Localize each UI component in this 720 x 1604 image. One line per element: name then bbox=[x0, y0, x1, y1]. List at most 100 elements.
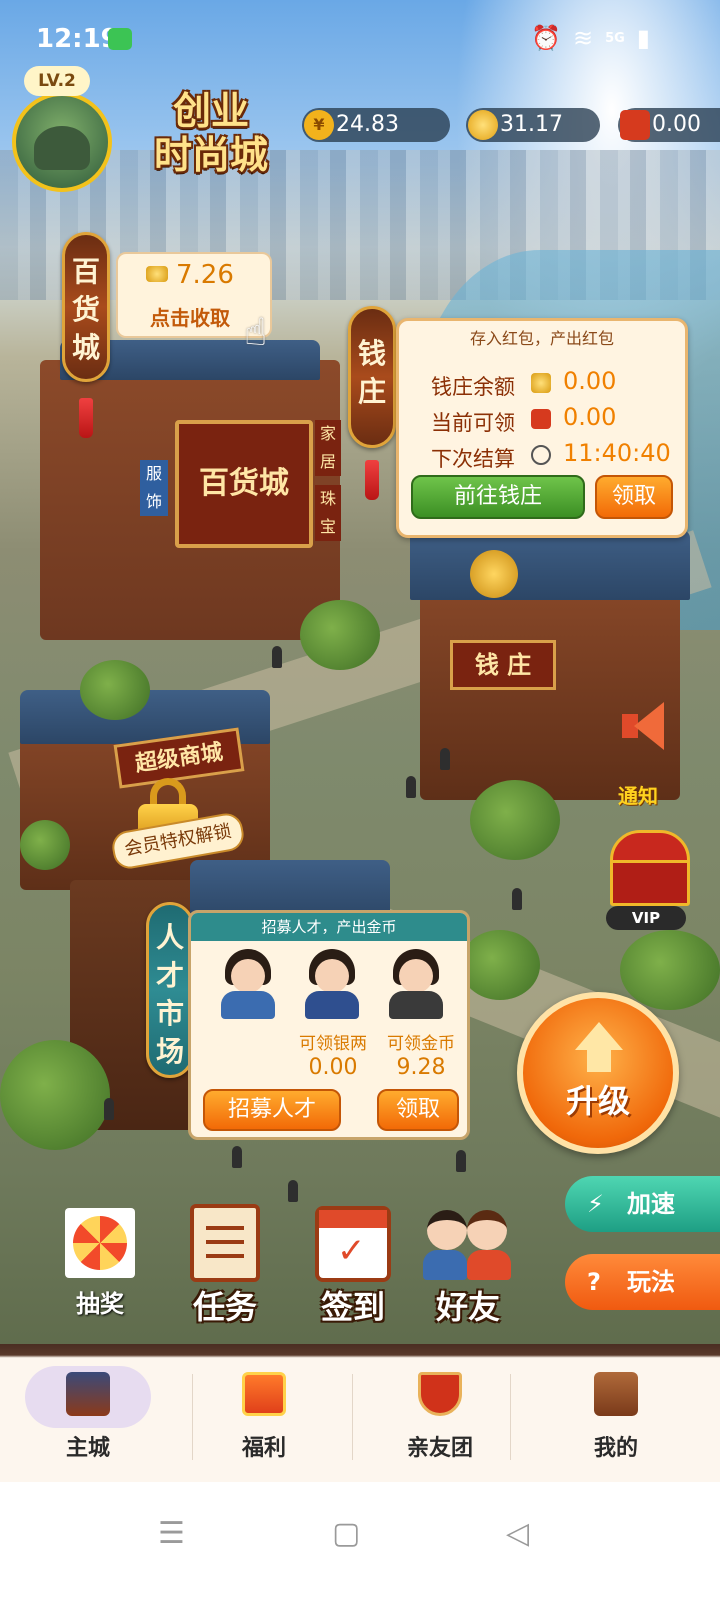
lottery-button[interactable]: 抽奖 bbox=[60, 1198, 140, 1319]
tree bbox=[470, 780, 560, 860]
pedestrian bbox=[104, 1098, 114, 1120]
jewelry-label: 珠宝 bbox=[315, 485, 341, 541]
bank-next-label: 下次结算 bbox=[431, 447, 515, 471]
recruit-talent-button[interactable]: 招募人才 bbox=[203, 1089, 341, 1131]
status-time: 12:19 bbox=[36, 24, 119, 54]
sign-char: 钱 bbox=[357, 337, 386, 370]
status-bar: 12:19 ⏰ ≋ 5G ▮ bbox=[0, 0, 720, 80]
checkin-button[interactable]: ✓ 签到 bbox=[310, 1198, 396, 1328]
prize-wheel-icon bbox=[65, 1208, 135, 1278]
bank-next-row: 下次结算 11:40:40 bbox=[431, 439, 671, 473]
pedestrian bbox=[406, 776, 416, 798]
tree bbox=[300, 600, 380, 670]
red-envelope-icon bbox=[620, 110, 650, 140]
lottery-label: 抽奖 bbox=[76, 1290, 124, 1318]
yuan-balance-value: 24.83 bbox=[336, 112, 399, 137]
collect-amount: 7.26 bbox=[176, 260, 234, 290]
wheel bbox=[73, 1216, 127, 1270]
main-city-icon bbox=[66, 1372, 110, 1416]
red-envelope-balance[interactable]: 0.00 bbox=[618, 108, 720, 142]
notification-speaker-icon[interactable] bbox=[616, 698, 672, 754]
network-type: 5G bbox=[605, 30, 625, 46]
gold-label: 可领金币 bbox=[387, 1034, 455, 1054]
avatar[interactable] bbox=[12, 92, 112, 192]
upgrade-button[interactable]: 升级 bbox=[517, 992, 679, 1154]
tasks-button[interactable]: 任务 bbox=[182, 1198, 268, 1328]
line bbox=[206, 1254, 244, 1258]
friend-face bbox=[467, 1210, 507, 1250]
nav-mine[interactable]: 我的 bbox=[528, 1360, 704, 1470]
face bbox=[315, 959, 349, 993]
gold-ingot-icon bbox=[531, 373, 551, 393]
calendar-header bbox=[319, 1210, 387, 1228]
pedestrian bbox=[512, 888, 522, 910]
up-arrow-stem bbox=[587, 1048, 611, 1072]
department-store-sign[interactable]: 百 货 城 bbox=[62, 232, 110, 382]
avatar-image bbox=[34, 126, 90, 170]
lightning-icon: ⚡ bbox=[587, 1190, 604, 1218]
gold-value: 9.28 bbox=[396, 1055, 446, 1080]
vip-label[interactable]: VIP bbox=[606, 906, 686, 930]
wifi-icon: ≋ bbox=[572, 24, 594, 52]
status-icons: ⏰ ≋ 5G ▮ bbox=[531, 24, 650, 52]
nav-welfare[interactable]: 福利 bbox=[176, 1360, 352, 1470]
gold-ingot-balance[interactable]: 31.17 bbox=[466, 108, 600, 142]
sign-char: 城 bbox=[71, 331, 100, 364]
department-store-label: 百货城 bbox=[175, 420, 313, 548]
friend-body bbox=[423, 1250, 467, 1280]
goto-bank-button[interactable]: 前往钱庄 bbox=[411, 475, 585, 519]
question-icon: ? bbox=[587, 1268, 601, 1296]
tassel bbox=[79, 398, 93, 438]
yuan-balance[interactable]: ¥ 24.83 bbox=[302, 108, 450, 142]
book-icon bbox=[594, 1372, 638, 1416]
nav-friends-group[interactable]: 亲友团 bbox=[352, 1360, 528, 1470]
bank-claimable-label: 当前可领 bbox=[431, 411, 515, 435]
tasks-label: 任务 bbox=[192, 1288, 257, 1326]
gold-ingot-balance-value: 31.17 bbox=[500, 112, 563, 137]
message-notification-icon bbox=[108, 28, 132, 50]
body bbox=[305, 991, 359, 1019]
tassel bbox=[365, 460, 379, 500]
notify-label[interactable]: 通知 bbox=[618, 780, 658, 809]
back-icon[interactable]: ◁ bbox=[506, 1516, 529, 1551]
banner-icon bbox=[418, 1372, 462, 1416]
bank-sign[interactable]: 钱 庄 bbox=[348, 306, 396, 448]
level-badge: LV.2 bbox=[24, 66, 90, 96]
bank-panel: 存入红包，产出红包 钱庄余额 0.00 当前可领 0.00 下次结算 11:40… bbox=[396, 318, 688, 538]
rules-button[interactable]: ? 玩法 bbox=[565, 1254, 720, 1310]
talent-female-avatar bbox=[219, 949, 277, 1019]
tree bbox=[20, 820, 70, 870]
sign-char: 庄 bbox=[357, 375, 386, 408]
clothing-label: 服饰 bbox=[140, 460, 168, 516]
speaker-cone bbox=[634, 702, 664, 750]
bank-building[interactable]: 钱 庄 bbox=[410, 530, 690, 800]
bank-building-label: 钱 庄 bbox=[450, 640, 556, 690]
friends-avatars-icon bbox=[423, 1204, 513, 1282]
nav-mine-label: 我的 bbox=[593, 1436, 638, 1461]
talent-claim-button[interactable]: 领取 bbox=[377, 1089, 459, 1131]
vip-treasure-chest-icon[interactable] bbox=[606, 820, 690, 906]
alarm-icon: ⏰ bbox=[531, 24, 561, 52]
face bbox=[399, 959, 433, 993]
pedestrian bbox=[232, 1146, 242, 1168]
talent-male-avatar bbox=[303, 949, 361, 1019]
bank-claim-button[interactable]: 领取 bbox=[595, 475, 673, 519]
speed-up-label: 加速 bbox=[627, 1190, 675, 1218]
rules-label: 玩法 bbox=[627, 1268, 675, 1296]
city-scene: 百货城 服饰 家居 珠宝 钱 庄 超级商城 bbox=[0, 0, 720, 1375]
home-icon[interactable]: ▢ bbox=[332, 1516, 360, 1551]
red-envelope-balance-value: 0.00 bbox=[652, 112, 701, 137]
sign-char: 货 bbox=[71, 293, 100, 326]
talent-panel-title: 招募人才，产出金币 bbox=[191, 913, 467, 941]
menu-icon[interactable]: ☰ bbox=[158, 1516, 185, 1551]
up-arrow-icon bbox=[575, 1022, 623, 1050]
nav-main-city[interactable]: 主城 bbox=[0, 1360, 176, 1470]
system-nav-bar: ☰ ▢ ◁ bbox=[0, 1482, 720, 1604]
talent-market-sign[interactable]: 人 才 市 场 bbox=[146, 902, 194, 1078]
sign-char: 场 bbox=[155, 1035, 184, 1068]
speed-up-button[interactable]: ⚡ 加速 bbox=[565, 1176, 720, 1232]
friend-face bbox=[427, 1210, 467, 1250]
calendar-check-icon: ✓ bbox=[315, 1206, 391, 1282]
bank-balance-label: 钱庄余额 bbox=[431, 375, 515, 399]
friends-button[interactable]: 好友 bbox=[420, 1198, 516, 1328]
